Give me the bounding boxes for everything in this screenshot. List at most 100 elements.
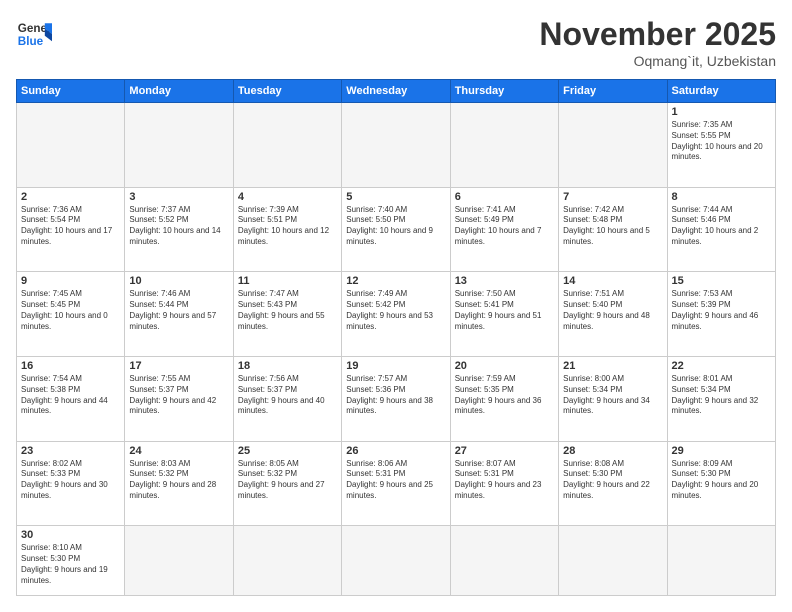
day-number: 24	[129, 445, 228, 457]
calendar-cell	[450, 526, 558, 596]
title-block: November 2025 Oqmang`it, Uzbekistan	[539, 16, 776, 69]
day-info: Sunrise: 8:05 AM Sunset: 5:32 PM Dayligh…	[238, 459, 337, 502]
calendar-cell	[342, 526, 450, 596]
calendar-week-row: 16 Sunrise: 7:54 AM Sunset: 5:38 PM Dayli…	[17, 356, 776, 441]
calendar-cell: 10Sunrise: 7:46 AM Sunset: 5:44 PM Dayli…	[125, 272, 233, 357]
logo-icon: General Blue	[16, 16, 52, 52]
day-number: 8	[672, 191, 771, 203]
day-info: Sunrise: 7:36 AM Sunset: 5:54 PM Dayligh…	[21, 205, 120, 248]
day-number: 1	[672, 106, 771, 118]
calendar-cell: 17Sunrise: 7:55 AM Sunset: 5:37 PM Dayli…	[125, 356, 233, 441]
calendar-cell	[17, 103, 125, 188]
calendar-cell: 16 Sunrise: 7:54 AM Sunset: 5:38 PM Dayli…	[17, 356, 125, 441]
day-info: Sunrise: 7:41 AM Sunset: 5:49 PM Dayligh…	[455, 205, 554, 248]
calendar-cell: 26 Sunrise: 8:06 AM Sunset: 5:31 PM Dayli…	[342, 441, 450, 526]
day-number: 17	[129, 360, 228, 372]
day-info: Sunrise: 8:02 AM Sunset: 5:33 PM Dayligh…	[21, 459, 120, 502]
day-number: 6	[455, 191, 554, 203]
day-info: Sunrise: 7:51 AM Sunset: 5:40 PM Dayligh…	[563, 289, 662, 332]
calendar-header-sunday: Sunday	[17, 80, 125, 103]
day-number: 30	[21, 529, 120, 541]
day-number: 9	[21, 275, 120, 287]
day-info: Sunrise: 7:45 AM Sunset: 5:45 PM Dayligh…	[21, 289, 120, 332]
day-number: 26	[346, 445, 445, 457]
calendar-header-thursday: Thursday	[450, 80, 558, 103]
day-info: Sunrise: 8:09 AM Sunset: 5:30 PM Dayligh…	[672, 459, 771, 502]
calendar-cell: 4Sunrise: 7:39 AM Sunset: 5:51 PM Daylig…	[233, 187, 341, 272]
calendar-header-monday: Monday	[125, 80, 233, 103]
day-info: Sunrise: 7:56 AM Sunset: 5:37 PM Dayligh…	[238, 374, 337, 417]
calendar-cell: 5Sunrise: 7:40 AM Sunset: 5:50 PM Daylig…	[342, 187, 450, 272]
day-info: Sunrise: 7:57 AM Sunset: 5:36 PM Dayligh…	[346, 374, 445, 417]
calendar-cell: 13 Sunrise: 7:50 AM Sunset: 5:41 PM Dayli…	[450, 272, 558, 357]
day-info: Sunrise: 8:00 AM Sunset: 5:34 PM Dayligh…	[563, 374, 662, 417]
day-number: 13	[455, 275, 554, 287]
header: General Blue November 2025 Oqmang`it, Uz…	[16, 16, 776, 69]
calendar-cell: 8Sunrise: 7:44 AM Sunset: 5:46 PM Daylig…	[667, 187, 775, 272]
day-number: 28	[563, 445, 662, 457]
day-number: 7	[563, 191, 662, 203]
svg-text:Blue: Blue	[18, 35, 44, 48]
page: General Blue November 2025 Oqmang`it, Uz…	[0, 0, 792, 612]
day-info: Sunrise: 7:54 AM Sunset: 5:38 PM Dayligh…	[21, 374, 120, 417]
day-info: Sunrise: 8:01 AM Sunset: 5:34 PM Dayligh…	[672, 374, 771, 417]
calendar-cell: 6 Sunrise: 7:41 AM Sunset: 5:49 PM Daylig…	[450, 187, 558, 272]
calendar-cell	[559, 526, 667, 596]
day-number: 16	[21, 360, 120, 372]
calendar-header-friday: Friday	[559, 80, 667, 103]
day-number: 19	[346, 360, 445, 372]
calendar-cell: 20Sunrise: 7:59 AM Sunset: 5:35 PM Dayli…	[450, 356, 558, 441]
day-number: 22	[672, 360, 771, 372]
day-info: Sunrise: 8:03 AM Sunset: 5:32 PM Dayligh…	[129, 459, 228, 502]
calendar-header-wednesday: Wednesday	[342, 80, 450, 103]
calendar-cell: 30 Sunrise: 8:10 AM Sunset: 5:30 PM Dayli…	[17, 526, 125, 596]
calendar-cell: 22 Sunrise: 8:01 AM Sunset: 5:34 PM Dayli…	[667, 356, 775, 441]
calendar-cell: 27Sunrise: 8:07 AM Sunset: 5:31 PM Dayli…	[450, 441, 558, 526]
calendar-cell	[125, 103, 233, 188]
day-info: Sunrise: 7:42 AM Sunset: 5:48 PM Dayligh…	[563, 205, 662, 248]
calendar-cell: 2 Sunrise: 7:36 AM Sunset: 5:54 PM Daylig…	[17, 187, 125, 272]
calendar-cell: 24 Sunrise: 8:03 AM Sunset: 5:32 PM Dayli…	[125, 441, 233, 526]
calendar-week-row: 30 Sunrise: 8:10 AM Sunset: 5:30 PM Dayli…	[17, 526, 776, 596]
day-info: Sunrise: 7:59 AM Sunset: 5:35 PM Dayligh…	[455, 374, 554, 417]
day-number: 23	[21, 445, 120, 457]
calendar-cell	[233, 103, 341, 188]
calendar-cell: 14 Sunrise: 7:51 AM Sunset: 5:40 PM Dayli…	[559, 272, 667, 357]
calendar-cell	[342, 103, 450, 188]
day-info: Sunrise: 7:37 AM Sunset: 5:52 PM Dayligh…	[129, 205, 228, 248]
day-number: 25	[238, 445, 337, 457]
calendar-header-saturday: Saturday	[667, 80, 775, 103]
calendar-cell	[450, 103, 558, 188]
day-number: 5	[346, 191, 445, 203]
calendar-cell: 7 Sunrise: 7:42 AM Sunset: 5:48 PM Daylig…	[559, 187, 667, 272]
calendar-cell: 23 Sunrise: 8:02 AM Sunset: 5:33 PM Dayli…	[17, 441, 125, 526]
day-number: 15	[672, 275, 771, 287]
day-number: 10	[129, 275, 228, 287]
calendar-cell: 18 Sunrise: 7:56 AM Sunset: 5:37 PM Dayli…	[233, 356, 341, 441]
calendar-cell	[125, 526, 233, 596]
day-number: 29	[672, 445, 771, 457]
day-number: 11	[238, 275, 337, 287]
calendar-cell: 9 Sunrise: 7:45 AM Sunset: 5:45 PM Daylig…	[17, 272, 125, 357]
calendar-week-row: 1 Sunrise: 7:35 AM Sunset: 5:55 PM Daylig…	[17, 103, 776, 188]
day-info: Sunrise: 7:35 AM Sunset: 5:55 PM Dayligh…	[672, 120, 771, 163]
day-info: Sunrise: 8:07 AM Sunset: 5:31 PM Dayligh…	[455, 459, 554, 502]
calendar-cell: 19 Sunrise: 7:57 AM Sunset: 5:36 PM Dayli…	[342, 356, 450, 441]
calendar-header-tuesday: Tuesday	[233, 80, 341, 103]
location: Oqmang`it, Uzbekistan	[539, 53, 776, 69]
day-info: Sunrise: 7:47 AM Sunset: 5:43 PM Dayligh…	[238, 289, 337, 332]
day-info: Sunrise: 7:50 AM Sunset: 5:41 PM Dayligh…	[455, 289, 554, 332]
logo: General Blue	[16, 16, 52, 52]
day-info: Sunrise: 8:06 AM Sunset: 5:31 PM Dayligh…	[346, 459, 445, 502]
calendar-week-row: 2 Sunrise: 7:36 AM Sunset: 5:54 PM Daylig…	[17, 187, 776, 272]
calendar-cell: 1 Sunrise: 7:35 AM Sunset: 5:55 PM Daylig…	[667, 103, 775, 188]
calendar-cell: 21Sunrise: 8:00 AM Sunset: 5:34 PM Dayli…	[559, 356, 667, 441]
day-number: 2	[21, 191, 120, 203]
calendar-cell: 28Sunrise: 8:08 AM Sunset: 5:30 PM Dayli…	[559, 441, 667, 526]
calendar-cell: 29 Sunrise: 8:09 AM Sunset: 5:30 PM Dayli…	[667, 441, 775, 526]
day-number: 18	[238, 360, 337, 372]
day-info: Sunrise: 8:10 AM Sunset: 5:30 PM Dayligh…	[21, 543, 120, 586]
day-number: 14	[563, 275, 662, 287]
calendar-header-row: SundayMondayTuesdayWednesdayThursdayFrid…	[17, 80, 776, 103]
calendar-cell: 12Sunrise: 7:49 AM Sunset: 5:42 PM Dayli…	[342, 272, 450, 357]
